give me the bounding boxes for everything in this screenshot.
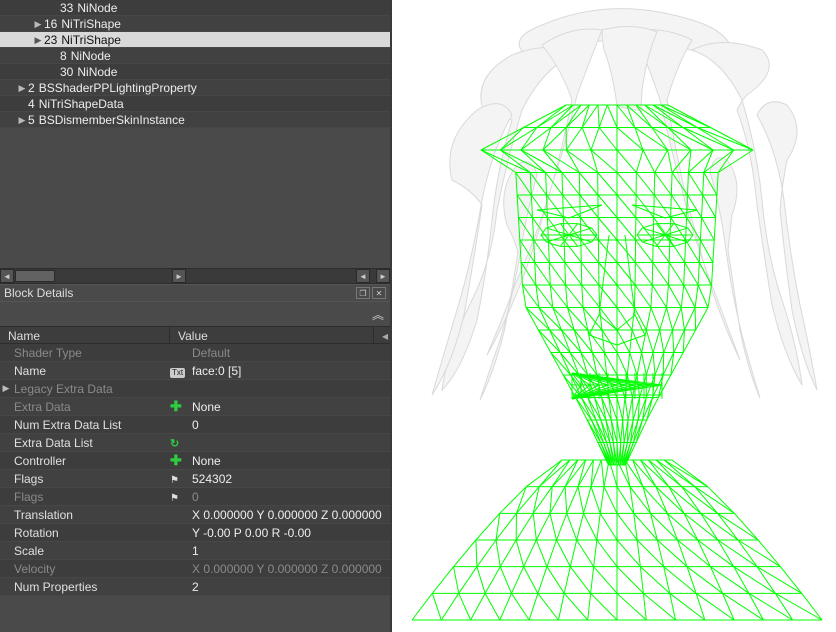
property-name: Num Extra Data List — [12, 418, 170, 432]
property-value[interactable]: 0 — [192, 418, 390, 432]
tree-item-label: BSShaderPPLightingProperty — [39, 80, 197, 96]
column-value[interactable]: Value — [170, 327, 374, 343]
tree-hscrollbar[interactable]: ◄ ► ◄ ► — [0, 268, 390, 284]
property-name: Scale — [12, 544, 170, 558]
prop-expand-icon[interactable]: ▶ — [0, 383, 12, 394]
tree-row[interactable]: 8NiNode — [0, 48, 390, 64]
property-row[interactable]: Flags⚑ 524302 — [0, 470, 390, 488]
tree-item-id: 8 — [60, 48, 67, 64]
tree-item-label: BSDismemberSkinInstance — [39, 112, 185, 128]
text-type-icon: Txt — [170, 368, 185, 378]
property-name: Translation — [12, 508, 170, 522]
property-name: Extra Data — [12, 400, 170, 414]
property-row[interactable]: Shader Type Default — [0, 344, 390, 362]
property-name: Rotation — [12, 526, 170, 540]
property-value[interactable]: X 0.000000 Y 0.000000 Z 0.000000 — [192, 562, 390, 576]
tree-item-id: 4 — [28, 96, 35, 112]
block-details-header[interactable]: Block Details ❐ ✕ — [0, 284, 390, 302]
details-column-header[interactable]: Name Value ◂ — [0, 326, 390, 344]
tree-item-id: 16 — [44, 16, 57, 32]
flag-icon: ⚑ — [170, 493, 179, 504]
column-name[interactable]: Name — [0, 327, 170, 343]
property-row[interactable]: Scale 1 — [0, 542, 390, 560]
property-name: Velocity — [12, 562, 170, 576]
scroll-left-button[interactable]: ◄ — [0, 269, 14, 283]
3d-viewport[interactable] — [392, 0, 836, 632]
tree-item-id: 2 — [28, 80, 35, 96]
property-row[interactable]: Controller✚ None — [0, 452, 390, 470]
property-row[interactable]: NameTxt face:0 [5] — [0, 362, 390, 380]
property-row[interactable]: Extra Data✚ None — [0, 398, 390, 416]
expand-arrow-icon[interactable]: ▶ — [16, 112, 28, 128]
property-value[interactable]: None — [192, 400, 390, 414]
property-row[interactable]: Rotation Y -0.00 P 0.00 R -0.00 — [0, 524, 390, 542]
collapse-up-icon[interactable]: ︽ — [372, 306, 384, 323]
expand-arrow-icon[interactable]: ▶ — [32, 16, 44, 32]
tree-item-id: 5 — [28, 112, 35, 128]
block-tree[interactable]: 33NiNode▶16NiTriShape▶23NiTriShape8NiNod… — [0, 0, 390, 128]
property-table[interactable]: Shader Type Default NameTxt face:0 [5] ▶Lega… — [0, 344, 390, 632]
property-row[interactable]: Extra Data List↻ — [0, 434, 390, 452]
property-value[interactable]: 524302 — [192, 472, 390, 486]
expand-arrow-icon[interactable]: ▶ — [32, 32, 44, 48]
tree-empty-area — [0, 128, 390, 268]
property-name: Legacy Extra Data — [12, 382, 170, 396]
tree-hscroll-track[interactable] — [55, 269, 172, 283]
flag-icon: ⚑ — [170, 475, 179, 486]
left-pane: 33NiNode▶16NiTriShape▶23NiTriShape8NiNod… — [0, 0, 392, 632]
column-handle[interactable]: ◂ — [374, 327, 390, 343]
scroll-left-button-2[interactable]: ◄ — [356, 269, 370, 283]
tree-item-id: 23 — [44, 32, 57, 48]
property-name: Name — [12, 364, 170, 378]
tree-item-label: NiNode — [71, 48, 111, 64]
tree-item-label: NiTriShape — [61, 16, 121, 32]
tree-item-label: NiTriShapeData — [39, 96, 124, 112]
property-name: Flags — [12, 490, 170, 504]
viewport-canvas[interactable] — [392, 0, 836, 632]
property-value[interactable]: 0 — [192, 490, 390, 504]
tree-row[interactable]: ▶16NiTriShape — [0, 16, 390, 32]
property-row[interactable]: ▶Legacy Extra Data — [0, 380, 390, 398]
property-value[interactable]: None — [192, 454, 390, 468]
property-value[interactable]: Default — [192, 346, 390, 360]
property-value[interactable]: Y -0.00 P 0.00 R -0.00 — [192, 526, 390, 540]
tree-item-label: NiTriShape — [61, 32, 121, 48]
tree-row[interactable]: 33NiNode — [0, 0, 390, 16]
tree-item-label: NiNode — [77, 0, 117, 16]
add-icon: ✚ — [170, 452, 182, 468]
tree-item-id: 30 — [60, 64, 73, 80]
block-details-title: Block Details — [4, 286, 356, 300]
property-value[interactable]: X 0.000000 Y 0.000000 Z 0.000000 — [192, 508, 390, 522]
property-row[interactable]: Num Extra Data List 0 — [0, 416, 390, 434]
property-name: Controller — [12, 454, 170, 468]
tree-row[interactable]: ▶23NiTriShape — [0, 32, 390, 48]
detach-panel-icon[interactable]: ❐ — [356, 287, 370, 299]
tree-item-label: NiNode — [77, 64, 117, 80]
add-icon: ✚ — [170, 398, 182, 414]
property-value[interactable]: 2 — [192, 580, 390, 594]
expand-arrow-icon[interactable]: ▶ — [16, 80, 28, 96]
property-value[interactable]: 1 — [192, 544, 390, 558]
property-name: Flags — [12, 472, 170, 486]
scroll-right-button[interactable]: ► — [172, 269, 186, 283]
tree-row[interactable]: ▶2BSShaderPPLightingProperty — [0, 80, 390, 96]
close-panel-icon[interactable]: ✕ — [372, 287, 386, 299]
property-row[interactable]: Num Properties 2 — [0, 578, 390, 596]
property-row[interactable]: Translation X 0.000000 Y 0.000000 Z 0.000… — [0, 506, 390, 524]
tree-hscroll-thumb[interactable] — [15, 270, 55, 282]
property-name: Extra Data List — [12, 436, 170, 450]
tree-row[interactable]: 4NiTriShapeData — [0, 96, 390, 112]
property-name: Shader Type — [12, 346, 170, 360]
tree-row[interactable]: ▶5BSDismemberSkinInstance — [0, 112, 390, 128]
property-name: Num Properties — [12, 580, 170, 594]
scroll-right-button-2[interactable]: ► — [376, 269, 390, 283]
tree-row[interactable]: 30NiNode — [0, 64, 390, 80]
details-gap: ︽ — [0, 302, 390, 326]
property-row[interactable]: Flags⚑ 0 — [0, 488, 390, 506]
refresh-icon: ↻ — [170, 438, 179, 450]
tree-item-id: 33 — [60, 0, 73, 16]
property-value[interactable]: face:0 [5] — [192, 364, 390, 378]
property-row[interactable]: Velocity X 0.000000 Y 0.000000 Z 0.000000 — [0, 560, 390, 578]
